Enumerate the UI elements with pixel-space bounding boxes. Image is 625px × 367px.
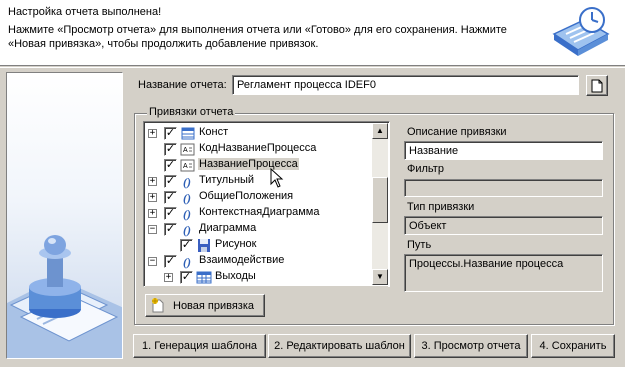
report-name-browse-button[interactable] [586, 75, 608, 96]
tree-item[interactable]: + ✓ Конст [144, 125, 372, 141]
tree-vertical-scrollbar[interactable]: ▲ ▼ [372, 123, 388, 285]
svg-text:(): () [183, 191, 191, 205]
new-binding-icon [152, 298, 164, 313]
tree-item[interactable]: ✓ A КодНазваниеПроцесса [144, 141, 372, 157]
expand-icon[interactable]: + [164, 273, 173, 282]
binding-type-label: Тип привязки [407, 201, 475, 213]
path-field: Процессы.Название процесса [404, 254, 603, 292]
tree-item-checkbox[interactable]: ✓ [180, 271, 193, 284]
banner-separator [0, 67, 625, 68]
side-illustration [6, 72, 123, 359]
tree-item-label: ОбщиеПоложения [199, 190, 294, 202]
expand-icon[interactable]: + [148, 177, 157, 186]
scroll-thumb[interactable] [372, 177, 388, 223]
braces-icon: () [180, 174, 196, 189]
tree-item-label: Выходы [215, 270, 256, 282]
edit-template-button[interactable]: 2. Редактировать шаблон [268, 334, 411, 358]
tree-item-label: Конст [199, 126, 229, 138]
tree-item-label: Рисунок [215, 238, 257, 250]
scroll-down-button[interactable]: ▼ [372, 269, 388, 285]
collapse-icon[interactable]: − [148, 225, 157, 234]
tree-item-label: КодНазваниеПроцесса [199, 142, 317, 154]
table-icon [180, 126, 196, 141]
expand-icon[interactable]: + [148, 129, 157, 138]
braces-icon: () [180, 254, 196, 269]
svg-text:(): () [183, 223, 191, 237]
tree-item-checkbox[interactable]: ✓ [164, 175, 177, 188]
tree-item-label: Диаграмма [199, 222, 257, 234]
banner-description: Нажмите «Просмотр отчета» для выполнения… [8, 24, 507, 50]
tree-item-checkbox[interactable]: ✓ [164, 207, 177, 220]
tree-item[interactable]: + ✓ Выходы [144, 269, 372, 285]
tree-item[interactable]: + ✓ () КонтекстнаяДиаграмма [144, 205, 372, 221]
preview-report-button[interactable]: 3. Просмотр отчета [414, 334, 528, 358]
filter-label: Фильтр [407, 163, 444, 175]
header-banner: Настройка отчета выполнена! Нажмите «Про… [0, 0, 625, 66]
scroll-up-button[interactable]: ▲ [372, 123, 388, 139]
report-name-input[interactable]: Регламент процесса IDEF0 [232, 75, 579, 95]
svg-text:(): () [183, 255, 191, 269]
svg-text:(): () [183, 207, 191, 221]
svg-text:(): () [183, 175, 191, 189]
tree-item-checkbox[interactable]: ✓ [164, 191, 177, 204]
tree-item[interactable]: + ✓ () ОбщиеПоложения [144, 189, 372, 205]
document-icon [591, 79, 603, 92]
report-name-label: Название отчета: [138, 79, 227, 91]
tree-item-checkbox[interactable]: ✓ [164, 143, 177, 156]
tree-item-checkbox[interactable]: ✓ [180, 239, 193, 252]
tree-item[interactable]: + ✓ () Титульный [144, 173, 372, 189]
svg-text:A: A [183, 147, 188, 154]
filter-input[interactable] [404, 179, 603, 197]
tree-item-checkbox[interactable]: ✓ [164, 127, 177, 140]
bindings-tree[interactable]: + ✓ Конст ✓ A КодНазваниеПроцесса ✓ A НазваниеПр… [143, 121, 390, 287]
new-binding-label: Новая привязка [173, 299, 255, 312]
grid-icon [196, 270, 212, 285]
tree-item[interactable]: ✓ A НазваниеПроцесса [144, 157, 372, 173]
braces-icon: () [180, 222, 196, 237]
tree-item[interactable]: ✓ Рисунок [144, 237, 372, 253]
tree-item-checkbox[interactable]: ✓ [164, 255, 177, 268]
svg-text:A: A [183, 163, 188, 170]
bindings-group-title: Привязки отчета [147, 106, 236, 118]
expand-icon[interactable]: + [148, 193, 157, 202]
path-label: Путь [407, 239, 432, 251]
description-input[interactable]: Название [404, 141, 603, 160]
tree-item-checkbox[interactable]: ✓ [164, 223, 177, 236]
stamp-documents-icon [7, 235, 122, 358]
banner-title: Настройка отчета выполнена! [8, 6, 162, 18]
tree-item-label: Взаимодействие [199, 254, 285, 266]
text-field-icon: A [180, 142, 196, 157]
save-icon [196, 238, 212, 253]
description-label: Описание привязки [407, 126, 507, 138]
collapse-icon[interactable]: − [148, 257, 157, 266]
save-button[interactable]: 4. Сохранить [531, 334, 615, 358]
tree-horizontal-scrollbar[interactable] [145, 286, 388, 289]
generate-template-button[interactable]: 1. Генерация шаблона [133, 334, 266, 358]
expand-icon[interactable]: + [148, 209, 157, 218]
text-field-icon: A [180, 158, 196, 173]
report-clock-icon [552, 7, 610, 56]
binding-type-field: Объект [404, 216, 603, 235]
braces-icon: () [180, 206, 196, 221]
tree-item-label: КонтекстнаяДиаграмма [199, 206, 320, 218]
mouse-cursor-icon [270, 168, 284, 188]
new-binding-button[interactable]: Новая привязка [145, 294, 265, 317]
tree-item[interactable]: − ✓ () Диаграмма [144, 221, 372, 237]
tree-item[interactable]: − ✓ () Взаимодействие [144, 253, 372, 269]
braces-icon: () [180, 190, 196, 205]
tree-item-checkbox[interactable]: ✓ [164, 159, 177, 172]
tree-item-label: Титульный [199, 174, 255, 186]
